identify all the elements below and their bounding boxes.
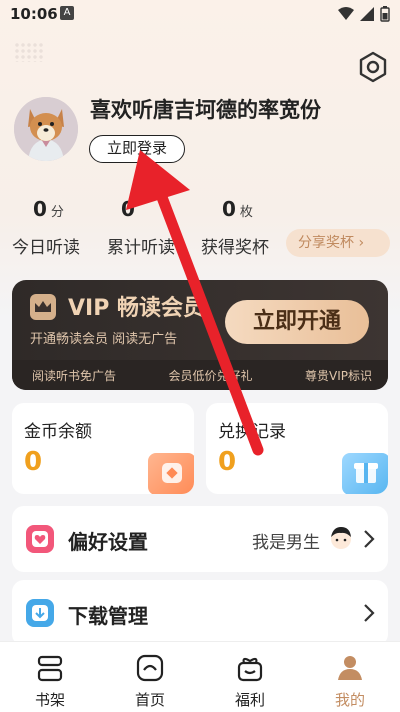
boy-avatar-icon [331, 527, 351, 549]
bookshelf-icon [37, 655, 63, 682]
chevron-right-icon [364, 604, 375, 622]
tab-home-label: 首页 [134, 691, 165, 709]
share-trophy-button[interactable]: 分享奖杯 › [286, 229, 390, 257]
stat-trophies-value: 0 [222, 197, 236, 221]
dog-avatar-icon [14, 97, 78, 161]
vip-banner[interactable]: VIP 畅读会员 开通畅读会员 阅读无广告 立即开通 阅读听书免广告 会员低价兑… [12, 280, 388, 390]
download-management-row[interactable]: 下载管理 [12, 580, 388, 646]
tab-bookshelf-label: 书架 [34, 691, 65, 709]
battery-icon [380, 6, 390, 22]
tab-bookshelf[interactable]: 书架 [0, 642, 100, 712]
heart-icon [26, 525, 54, 553]
settings-icon[interactable] [356, 50, 390, 84]
signal-icon [360, 7, 374, 21]
tab-mine-label: 我的 [334, 691, 365, 709]
stat-total: 0 [121, 197, 139, 221]
stat-today-value: 0 [33, 197, 47, 221]
stat-trophies-label: 获得奖杯 [201, 238, 269, 258]
profile-icon [338, 656, 362, 680]
stat-total-label: 累计听读 [107, 238, 175, 258]
stat-trophies-unit: 枚 [239, 205, 253, 220]
vip-benefit-item: 尊贵VIP标识 [305, 368, 372, 383]
exchange-record-card[interactable]: 兑换记录 0 [206, 403, 388, 494]
gift-box-icon [237, 657, 263, 682]
gender-preference-value: 我是男生 [252, 533, 320, 553]
gift-icon [342, 453, 388, 494]
coin-icon [148, 453, 194, 494]
stat-today-unit: 分 [50, 205, 64, 220]
download-icon [26, 599, 54, 627]
coin-balance-label: 金币余额 [24, 422, 92, 442]
stat-today: 0分 [33, 197, 64, 221]
stat-today-label: 今日听读 [12, 238, 80, 258]
home-icon [136, 654, 164, 682]
vip-subtitle: 开通畅读会员 阅读无广告 [30, 332, 178, 347]
vip-benefit-item: 阅读听书免广告 [32, 368, 117, 383]
notification-badge: A [60, 6, 74, 20]
tab-welfare-label: 福利 [234, 691, 265, 709]
decorative-dots [14, 42, 44, 62]
vip-benefit-item: 会员低价兑好礼 [168, 368, 253, 383]
vip-activate-button[interactable]: 立即开通 [225, 300, 369, 344]
chevron-right-icon [364, 530, 375, 548]
status-icons [338, 6, 390, 22]
avatar[interactable] [14, 97, 78, 161]
tab-mine[interactable]: 我的 [300, 642, 400, 712]
stat-total-value: 0 [121, 197, 135, 221]
login-button[interactable]: 立即登录 [89, 135, 185, 163]
coin-balance-card[interactable]: 金币余额 0 [12, 403, 194, 494]
exchange-record-label: 兑换记录 [218, 422, 286, 442]
bottom-tab-bar: 书架 首页 福利 我的 [0, 641, 400, 712]
preferences-label: 偏好设置 [68, 530, 148, 554]
exchange-record-value: 0 [218, 447, 237, 477]
wifi-icon [338, 7, 354, 20]
tab-home[interactable]: 首页 [100, 642, 200, 712]
vip-title: VIP 畅读会员 [68, 296, 205, 321]
username: 喜欢听唐吉坷德的率宽份 [90, 98, 321, 122]
status-bar: 10:06 A [0, 0, 400, 28]
crown-icon [30, 294, 56, 320]
stat-trophies: 0枚 [222, 197, 253, 221]
coin-balance-value: 0 [24, 447, 43, 477]
clock: 10:06 [10, 5, 58, 23]
tab-welfare[interactable]: 福利 [200, 642, 300, 712]
vip-benefits: 阅读听书免广告 会员低价兑好礼 尊贵VIP标识 [12, 360, 388, 390]
preferences-row[interactable]: 偏好设置 我是男生 [12, 506, 388, 572]
download-management-label: 下载管理 [68, 604, 148, 628]
